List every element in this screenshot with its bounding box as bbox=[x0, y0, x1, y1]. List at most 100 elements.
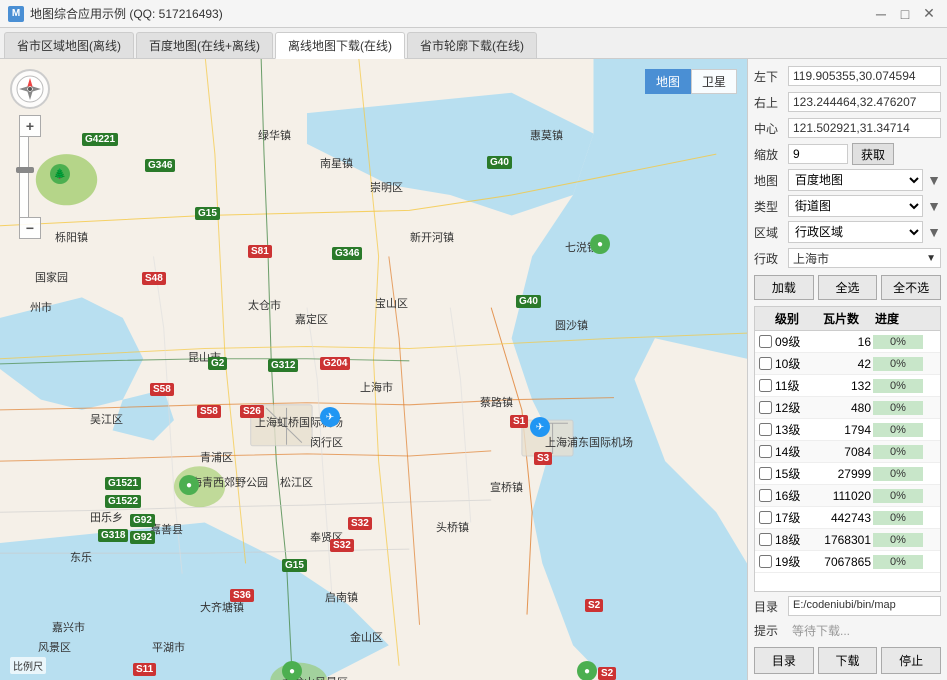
stop-button[interactable]: 停止 bbox=[881, 647, 941, 674]
map-type-satellite-button[interactable]: 卫星 bbox=[691, 69, 737, 94]
level-checkbox-6[interactable] bbox=[759, 467, 772, 480]
map-select-arrow: ▼ bbox=[927, 172, 941, 188]
right-up-row: 右上 123.244464,32.476207 bbox=[754, 91, 941, 113]
table-cell-progress: 0% bbox=[873, 467, 923, 481]
map-area[interactable]: 绿华镇南星镇崇明区惠莫镇新开河镇七涚镇太仓市嘉定区宝山区圆沙镇昆山市上海市蔡路镇… bbox=[0, 59, 747, 680]
table-cell-progress: 0% bbox=[873, 357, 923, 371]
table-cell-tiles: 442743 bbox=[821, 510, 873, 526]
table-cell-level: 13级 bbox=[773, 420, 821, 439]
table-cell-progress: 0% bbox=[873, 489, 923, 503]
level-checkbox-7[interactable] bbox=[759, 489, 772, 502]
level-checkbox-5[interactable] bbox=[759, 445, 772, 458]
level-checkbox-8[interactable] bbox=[759, 511, 772, 524]
table-cell-checkbox[interactable] bbox=[757, 444, 773, 459]
table-cell-checkbox[interactable] bbox=[757, 378, 773, 393]
map-type-map-button[interactable]: 地图 bbox=[645, 69, 691, 94]
header-level: 级别 bbox=[773, 309, 821, 328]
tab-tab1[interactable]: 省市区域地图(离线) bbox=[4, 32, 134, 58]
poi-marker[interactable]: 🌲 bbox=[50, 164, 70, 184]
table-cell-level: 15级 bbox=[773, 464, 821, 483]
type-select[interactable]: 街道图 卫星图 混合图 bbox=[788, 195, 923, 217]
zoom-slider[interactable] bbox=[19, 137, 29, 217]
region-select-row: 区域 行政区域 矩形区域 ▼ bbox=[754, 221, 941, 243]
table-cell-progress: 0% bbox=[873, 533, 923, 547]
right-up-value: 123.244464,32.476207 bbox=[788, 92, 941, 112]
compass-control[interactable] bbox=[10, 69, 50, 109]
table-cell-checkbox[interactable] bbox=[757, 488, 773, 503]
table-cell-tiles: 1794 bbox=[821, 422, 873, 438]
table-cell-progress: 0% bbox=[873, 423, 923, 437]
table-row: 13级17940% bbox=[755, 419, 940, 441]
poi-marker[interactable]: ✈ bbox=[320, 407, 340, 427]
map-select[interactable]: 百度地图 高德地图 谷歌地图 bbox=[788, 169, 923, 191]
table-cell-checkbox[interactable] bbox=[757, 400, 773, 415]
level-checkbox-2[interactable] bbox=[759, 379, 772, 392]
table-cell-checkbox[interactable] bbox=[757, 554, 773, 569]
region-select[interactable]: 行政区域 矩形区域 bbox=[788, 221, 923, 243]
hint-row: 提示 等待下载... bbox=[754, 620, 941, 641]
tab-tab4[interactable]: 省市轮廓下载(在线) bbox=[407, 32, 537, 58]
map-select-row: 地图 百度地图 高德地图 谷歌地图 ▼ bbox=[754, 169, 941, 191]
table-cell-checkbox[interactable] bbox=[757, 334, 773, 349]
dir-button[interactable]: 目录 bbox=[754, 647, 814, 674]
table-cell-level: 18级 bbox=[773, 530, 821, 549]
download-button[interactable]: 下载 bbox=[818, 647, 878, 674]
poi-marker[interactable]: ● bbox=[590, 234, 610, 254]
level-checkbox-0[interactable] bbox=[759, 335, 772, 348]
left-down-label: 左下 bbox=[754, 68, 784, 85]
app-title: 地图综合应用示例 (QQ: 517216493) bbox=[30, 5, 223, 22]
level-checkbox-4[interactable] bbox=[759, 423, 772, 436]
table-cell-checkbox[interactable] bbox=[757, 510, 773, 525]
center-value: 121.502921,31.34714 bbox=[788, 118, 941, 138]
right-up-label: 右上 bbox=[754, 94, 784, 111]
header-checkbox bbox=[757, 309, 773, 328]
admin-value[interactable]: 上海市 ▼ bbox=[788, 248, 941, 268]
table-cell-progress: 0% bbox=[873, 335, 923, 349]
hint-label: 提示 bbox=[754, 622, 784, 639]
table-cell-tiles: 1768301 bbox=[821, 532, 873, 548]
table-cell-checkbox[interactable] bbox=[757, 422, 773, 437]
select-all-button[interactable]: 全选 bbox=[818, 275, 878, 300]
action-buttons-row: 加载 全选 全不选 bbox=[754, 275, 941, 300]
title-bar: M 地图综合应用示例 (QQ: 517216493) ─ □ ✕ bbox=[0, 0, 947, 28]
poi-marker[interactable]: ● bbox=[282, 661, 302, 680]
type-select-row: 类型 街道图 卫星图 混合图 ▼ bbox=[754, 195, 941, 217]
zoom-input[interactable] bbox=[788, 144, 848, 164]
poi-marker[interactable]: ✈ bbox=[530, 417, 550, 437]
table-cell-level: 14级 bbox=[773, 442, 821, 461]
table-cell-tiles: 27999 bbox=[821, 466, 873, 482]
deselect-all-button[interactable]: 全不选 bbox=[881, 275, 941, 300]
zoom-row: 缩放 获取 bbox=[754, 143, 941, 165]
tab-tab3[interactable]: 离线地图下载(在线) bbox=[275, 32, 405, 59]
maximize-button[interactable]: □ bbox=[895, 6, 915, 22]
close-button[interactable]: ✕ bbox=[919, 6, 939, 22]
level-checkbox-3[interactable] bbox=[759, 401, 772, 414]
table-cell-tiles: 42 bbox=[821, 356, 873, 372]
table-cell-checkbox[interactable] bbox=[757, 466, 773, 481]
table-row: 09级160% bbox=[755, 331, 940, 353]
minimize-button[interactable]: ─ bbox=[871, 6, 891, 22]
poi-marker[interactable]: ● bbox=[179, 475, 199, 495]
center-row: 中心 121.502921,31.34714 bbox=[754, 117, 941, 139]
left-down-value: 119.905355,30.074594 bbox=[788, 66, 941, 86]
dir-label: 目录 bbox=[754, 598, 784, 615]
zoom-in-button[interactable]: + bbox=[19, 115, 41, 137]
table-cell-tiles: 480 bbox=[821, 400, 873, 416]
center-label: 中心 bbox=[754, 120, 784, 137]
table-cell-checkbox[interactable] bbox=[757, 356, 773, 371]
level-checkbox-10[interactable] bbox=[759, 555, 772, 568]
level-checkbox-1[interactable] bbox=[759, 357, 772, 370]
table-cell-checkbox[interactable] bbox=[757, 532, 773, 547]
dir-row: 目录 E:/codeniubi/bin/map bbox=[754, 596, 941, 616]
type-select-label: 类型 bbox=[754, 198, 784, 215]
zoom-out-button[interactable]: − bbox=[19, 217, 41, 239]
right-panel: 左下 119.905355,30.074594 右上 123.244464,32… bbox=[747, 59, 947, 680]
table-cell-level: 11级 bbox=[773, 376, 821, 395]
table-cell-progress: 0% bbox=[873, 511, 923, 525]
tab-tab2[interactable]: 百度地图(在线+离线) bbox=[136, 32, 273, 58]
load-button[interactable]: 加载 bbox=[754, 275, 814, 300]
get-button[interactable]: 获取 bbox=[852, 143, 894, 165]
table-row: 10级420% bbox=[755, 353, 940, 375]
poi-marker[interactable]: ● bbox=[577, 661, 597, 680]
level-checkbox-9[interactable] bbox=[759, 533, 772, 546]
